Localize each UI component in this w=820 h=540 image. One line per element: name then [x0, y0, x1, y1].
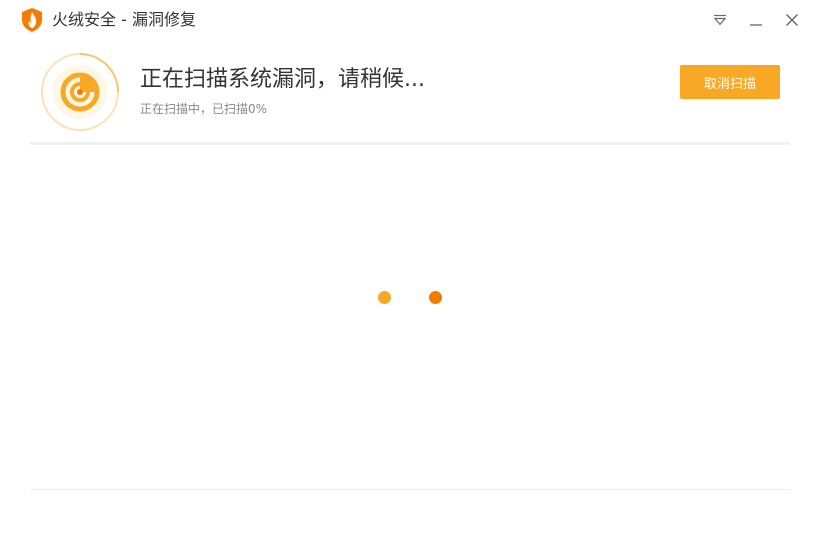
minimize-icon	[750, 24, 762, 26]
header-divider	[30, 142, 790, 145]
menu-triangle-icon	[713, 14, 727, 26]
window-minimize-button[interactable]	[746, 10, 766, 30]
footer-divider	[30, 489, 790, 490]
loading-dot-icon	[378, 291, 391, 304]
scan-status-text: 正在扫描中，已扫描0%	[140, 102, 268, 116]
loading-dot-icon	[429, 291, 442, 304]
scan-header: 正在扫描系统漏洞，请稍候... 正在扫描中，已扫描0% 取消扫描	[0, 40, 820, 144]
window-title: 火绒安全 - 漏洞修复	[52, 10, 196, 29]
title-bar: 火绒安全 - 漏洞修复	[0, 0, 820, 40]
scan-headline: 正在扫描系统漏洞，请稍候...	[140, 67, 425, 92]
close-icon	[786, 14, 798, 26]
scan-radar-icon	[41, 53, 119, 131]
window-menu-button[interactable]	[710, 10, 730, 30]
huorong-logo-icon	[22, 8, 42, 32]
window-close-button[interactable]	[782, 10, 802, 30]
cancel-scan-button[interactable]: 取消扫描	[680, 65, 780, 99]
